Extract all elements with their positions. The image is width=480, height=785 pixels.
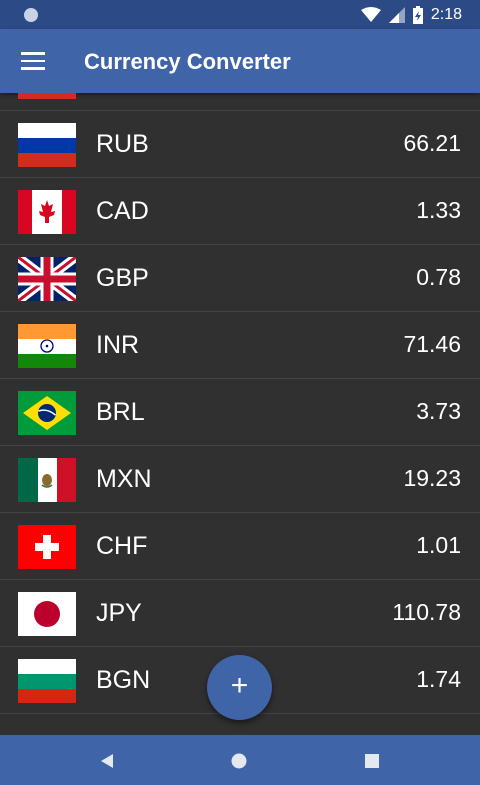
japan-flag-icon — [18, 592, 76, 636]
recents-icon[interactable] — [365, 754, 379, 768]
currency-rate: 0.78 — [416, 264, 461, 290]
india-flag-icon — [18, 324, 76, 368]
partial-flag — [18, 93, 76, 99]
app-bar: Currency Converter — [0, 29, 480, 93]
currency-code: CAD — [96, 197, 149, 225]
canada-flag-icon — [18, 190, 76, 234]
uk-flag-icon — [18, 257, 76, 301]
brazil-flag-icon — [18, 391, 76, 435]
currency-rate: 3.73 — [416, 398, 461, 424]
currency-row-mxn[interactable]: MXN 19.23 — [0, 446, 480, 513]
currency-row-inr[interactable]: INR 71.46 — [0, 312, 480, 379]
currency-code: MXN — [96, 465, 152, 493]
back-icon[interactable] — [99, 753, 115, 769]
currency-row-brl[interactable]: BRL 3.73 — [0, 379, 480, 446]
status-bar: 2:18 — [0, 0, 480, 29]
currency-rate: 1.74 — [416, 666, 461, 692]
currency-code: BRL — [96, 398, 145, 426]
status-time: 2:18 — [430, 5, 462, 23]
home-icon[interactable] — [231, 753, 247, 769]
hamburger-menu-icon[interactable] — [21, 52, 45, 70]
currency-rate: 1.01 — [416, 532, 461, 558]
currency-row-rub[interactable]: RUB 66.21 — [0, 111, 480, 178]
app-title: Currency Converter — [84, 49, 291, 74]
currency-code: INR — [96, 331, 140, 359]
status-icons: 2:18 — [360, 0, 462, 29]
add-currency-button[interactable]: + — [207, 655, 272, 720]
wifi-icon — [360, 6, 381, 22]
currency-code: RUB — [96, 130, 149, 158]
currency-rate: 1.33 — [416, 197, 461, 223]
bulgaria-flag-icon — [18, 659, 76, 703]
currency-code: BGN — [96, 666, 151, 694]
notification-icon — [24, 8, 38, 22]
currency-row-cad[interactable]: CAD 1.33 — [0, 178, 480, 245]
add-icon: + — [230, 669, 249, 702]
currency-rate: 71.46 — [403, 331, 461, 357]
battery-charging-icon — [412, 5, 423, 24]
currency-code: GBP — [96, 264, 149, 292]
navigation-bar — [0, 735, 480, 785]
currency-list[interactable]: RUB 66.21 CAD 1.33 GBP 0.78 INR 71.46 BR… — [0, 93, 480, 735]
currency-code: CHF — [96, 532, 148, 560]
signal-icon — [388, 6, 405, 23]
switzerland-flag-icon — [18, 525, 76, 569]
mexico-flag-icon — [18, 458, 76, 502]
russia-flag-icon — [18, 123, 76, 167]
currency-row-jpy[interactable]: JPY 110.78 — [0, 580, 480, 647]
currency-row-chf[interactable]: CHF 1.01 — [0, 513, 480, 580]
currency-code: JPY — [96, 599, 142, 627]
currency-rate: 110.78 — [392, 599, 461, 625]
currency-rate: 66.21 — [403, 130, 461, 156]
currency-rate: 19.23 — [403, 465, 461, 491]
currency-row-gbp[interactable]: GBP 0.78 — [0, 245, 480, 312]
